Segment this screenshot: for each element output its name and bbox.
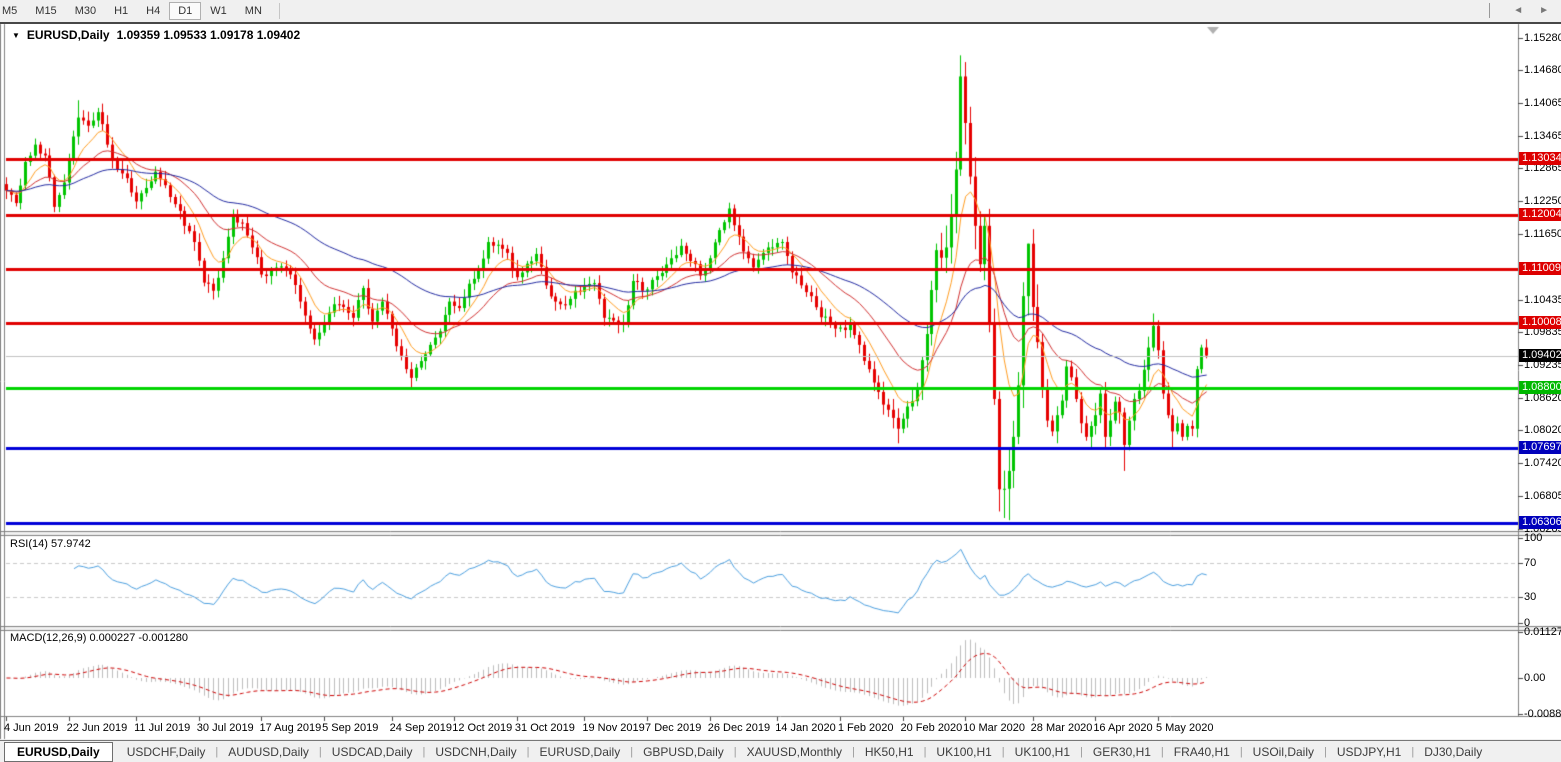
tab-scroll-arrows: ◄ ► bbox=[1513, 5, 1549, 16]
price-axis-tick: 1.07420 bbox=[1524, 457, 1561, 469]
symbol-tab-hk50-h1[interactable]: HK50,H1 bbox=[855, 742, 924, 762]
price-chart-canvas[interactable] bbox=[0, 0, 1561, 762]
macd-axis-tick: -0.00884 bbox=[1524, 708, 1561, 720]
chart-ohlc-values: 1.09359 1.09533 1.09178 1.09402 bbox=[117, 28, 301, 42]
symbol-tab-uk100-h1[interactable]: UK100,H1 bbox=[1005, 742, 1080, 762]
symbol-tab-usdchf-daily[interactable]: USDCHF,Daily bbox=[117, 742, 216, 762]
date-axis-label: 19 Nov 2019 bbox=[582, 722, 644, 734]
date-axis-label: 17 Aug 2019 bbox=[259, 722, 321, 734]
timeframe-button-w1[interactable]: W1 bbox=[201, 2, 236, 20]
symbol-tab-usdjpy-h1[interactable]: USDJPY,H1 bbox=[1327, 742, 1411, 762]
tab-scroll-right-icon[interactable]: ► bbox=[1539, 5, 1549, 16]
price-axis-tick: 1.12250 bbox=[1524, 195, 1561, 207]
price-axis-badge: 1.10008 bbox=[1519, 316, 1561, 329]
symbol-tab-dj30-daily[interactable]: DJ30,Daily bbox=[1414, 742, 1492, 762]
date-axis-label: 5 May 2020 bbox=[1156, 722, 1213, 734]
price-axis-tick: 1.14680 bbox=[1524, 64, 1561, 76]
date-axis-label: 30 Jul 2019 bbox=[197, 722, 254, 734]
chart-symbol-title: EURUSD,Daily bbox=[27, 28, 110, 42]
date-axis-label: 1 Feb 2020 bbox=[838, 722, 894, 734]
timeframe-button-mn[interactable]: MN bbox=[236, 2, 271, 20]
date-axis-label: 20 Feb 2020 bbox=[901, 722, 963, 734]
price-axis-tick: 1.13465 bbox=[1524, 130, 1561, 142]
price-axis-badge: 1.11009 bbox=[1519, 262, 1561, 275]
rsi-axis-tick: 70 bbox=[1524, 557, 1536, 569]
date-axis-label: 10 Mar 2020 bbox=[963, 722, 1025, 734]
timeframe-button-m5[interactable]: M5 bbox=[0, 2, 26, 20]
date-axis-label: 11 Jul 2019 bbox=[134, 722, 190, 734]
date-axis-label: 28 Mar 2020 bbox=[1031, 722, 1093, 734]
timeframe-button-m30[interactable]: M30 bbox=[66, 2, 105, 20]
symbol-tab-xauusd-monthly[interactable]: XAUUSD,Monthly bbox=[737, 742, 852, 762]
price-axis-badge: 1.09402 bbox=[1519, 349, 1561, 362]
price-axis-tick: 1.14065 bbox=[1524, 97, 1561, 109]
price-axis-tick: 1.08020 bbox=[1524, 424, 1561, 436]
date-axis-label: 14 Jan 2020 bbox=[775, 722, 836, 734]
date-axis-label: 7 Dec 2019 bbox=[645, 722, 701, 734]
symbol-tab-fra40-h1[interactable]: FRA40,H1 bbox=[1164, 742, 1240, 762]
date-axis-label: 22 Jun 2019 bbox=[67, 722, 128, 734]
timeframe-button-h4[interactable]: H4 bbox=[137, 2, 169, 20]
tab-scroll-left-icon[interactable]: ◄ bbox=[1513, 5, 1523, 16]
symbol-tab-usdcnh-daily[interactable]: USDCNH,Daily bbox=[425, 742, 526, 762]
symbol-tab-gbpusd-daily[interactable]: GBPUSD,Daily bbox=[633, 742, 734, 762]
price-axis-badge: 1.12004 bbox=[1519, 208, 1561, 221]
date-axis-label: 31 Oct 2019 bbox=[515, 722, 575, 734]
macd-axis-tick: 0.00 bbox=[1524, 672, 1545, 684]
rsi-axis-tick: 100 bbox=[1524, 532, 1542, 544]
date-axis-label: 12 Oct 2019 bbox=[452, 722, 512, 734]
chart-title-row: ▼ EURUSD,Daily 1.09359 1.09533 1.09178 1… bbox=[12, 28, 300, 42]
symbol-tab-eurusd-daily[interactable]: EURUSD,Daily bbox=[530, 742, 631, 762]
date-axis-label: 4 Jun 2019 bbox=[4, 722, 58, 734]
price-axis-tick: 1.11650 bbox=[1524, 228, 1561, 240]
timeframe-button-h1[interactable]: H1 bbox=[105, 2, 137, 20]
symbol-tab-usoil-daily[interactable]: USOil,Daily bbox=[1243, 742, 1324, 762]
date-axis-label: 16 Apr 2020 bbox=[1093, 722, 1152, 734]
rsi-axis-tick: 30 bbox=[1524, 591, 1536, 603]
timeframe-toolbar: M5M15M30H1H4D1W1MN bbox=[0, 0, 1561, 24]
chart-dropdown-icon[interactable]: ▼ bbox=[12, 31, 20, 40]
macd-axis-tick: 0.011277 bbox=[1524, 626, 1561, 638]
toolbar-separator bbox=[279, 3, 280, 19]
symbol-tab-eurusd-daily[interactable]: EURUSD,Daily bbox=[4, 742, 113, 762]
symbol-tabbar: EURUSD,DailyUSDCHF,Daily|AUDUSD,Daily|US… bbox=[0, 740, 1561, 762]
timeframe-button-d1[interactable]: D1 bbox=[169, 2, 201, 20]
symbol-tab-usdcad-daily[interactable]: USDCAD,Daily bbox=[322, 742, 423, 762]
price-axis-tick: 1.10435 bbox=[1524, 294, 1561, 306]
price-axis-tick: 1.15280 bbox=[1524, 32, 1561, 44]
timeframe-button-m15[interactable]: M15 bbox=[26, 2, 65, 20]
price-axis-badge: 1.07697 bbox=[1519, 441, 1561, 454]
rsi-label: RSI(14) 57.9742 bbox=[10, 538, 91, 550]
symbol-tab-ger30-h1[interactable]: GER30,H1 bbox=[1083, 742, 1161, 762]
date-axis-label: 5 Sep 2019 bbox=[322, 722, 378, 734]
symbol-tab-uk100-h1[interactable]: UK100,H1 bbox=[926, 742, 1001, 762]
symbol-tab-audusd-daily[interactable]: AUDUSD,Daily bbox=[218, 742, 319, 762]
price-axis-badge: 1.06306 bbox=[1519, 516, 1561, 529]
date-axis-label: 24 Sep 2019 bbox=[390, 722, 452, 734]
price-axis-badge: 1.13034 bbox=[1519, 152, 1561, 165]
date-axis-label: 26 Dec 2019 bbox=[708, 722, 770, 734]
tabbar-divider bbox=[1489, 3, 1490, 18]
price-axis-tick: 1.06805 bbox=[1524, 490, 1561, 502]
price-axis-badge: 1.08800 bbox=[1519, 381, 1561, 394]
macd-label: MACD(12,26,9) 0.000227 -0.001280 bbox=[10, 632, 188, 644]
